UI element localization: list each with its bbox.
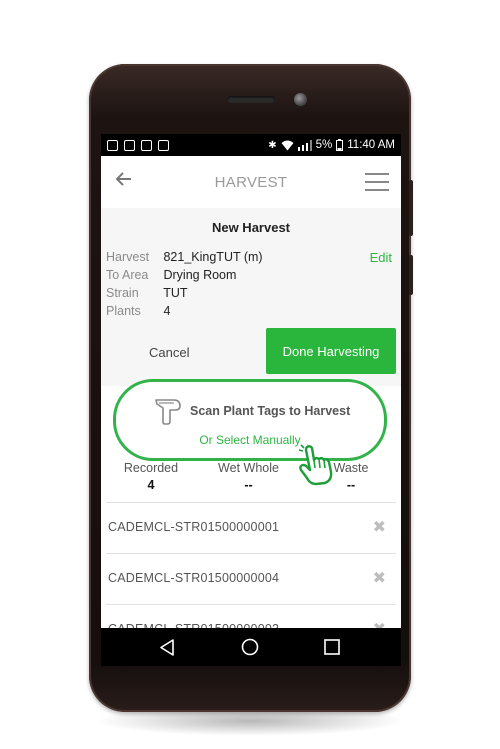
cancel-button[interactable]: Cancel bbox=[149, 345, 189, 360]
nav-back-icon[interactable] bbox=[159, 639, 175, 656]
field-label: Harvest bbox=[106, 250, 150, 264]
scan-tags-box[interactable]: Scan Plant Tags to Harvest Or Select Man… bbox=[113, 379, 387, 461]
nav-home-icon[interactable] bbox=[241, 638, 259, 656]
tag-id: CADEMCL-STR01500000004 bbox=[108, 571, 280, 585]
field-label: To Area bbox=[106, 268, 149, 282]
harvest-field: Harvest 821_KingTUT (m) bbox=[106, 250, 263, 264]
tag-row[interactable]: CADEMCL-STR01500000004 ✖ bbox=[106, 554, 396, 604]
phone-screen: ✱ 5% 11:40 AM HARVEST New Harvest Edit H… bbox=[101, 134, 401, 666]
tag-row[interactable]: CADEMCL-STR01500000001 ✖ bbox=[106, 503, 396, 553]
to-area-field: To Area Drying Room bbox=[106, 268, 236, 282]
wifi-icon bbox=[281, 140, 294, 150]
bluetooth-icon: ✱ bbox=[268, 139, 277, 151]
recorded-stat: Recorded 4 bbox=[116, 461, 186, 492]
battery-icon bbox=[336, 139, 344, 151]
signal-icon bbox=[297, 139, 312, 151]
field-label: Strain bbox=[106, 286, 139, 300]
select-manually-link[interactable]: Or Select Manually bbox=[116, 433, 384, 447]
menu-icon[interactable] bbox=[365, 173, 389, 197]
strain-field: Strain TUT bbox=[106, 286, 188, 300]
field-value: Drying Room bbox=[163, 268, 237, 282]
app-icon bbox=[158, 139, 169, 151]
hand-pointer-icon bbox=[298, 444, 333, 486]
status-bar: ✱ 5% 11:40 AM bbox=[101, 134, 401, 156]
stat-label: Wet Whole bbox=[218, 461, 279, 475]
harvest-details-panel: New Harvest Edit Harvest 821_KingTUT (m)… bbox=[101, 208, 401, 386]
nav-recents-icon[interactable] bbox=[324, 639, 340, 655]
remove-icon[interactable]: ✖ bbox=[373, 517, 386, 537]
stat-value: -- bbox=[244, 478, 253, 492]
remove-icon[interactable]: ✖ bbox=[373, 568, 386, 588]
image-icon bbox=[124, 139, 135, 151]
stat-label: Recorded bbox=[123, 461, 179, 475]
plants-field: Plants 4 bbox=[106, 304, 170, 318]
scan-label: Scan Plant Tags to Harvest bbox=[190, 404, 351, 418]
app-bar: HARVEST bbox=[101, 156, 401, 208]
power-button bbox=[409, 255, 413, 295]
field-value: 4 bbox=[163, 304, 171, 318]
battery-percent: 5% bbox=[315, 139, 333, 151]
wet-whole-stat: Wet Whole -- bbox=[211, 461, 286, 492]
done-harvesting-button[interactable]: Done Harvesting bbox=[266, 328, 396, 374]
earpiece bbox=[227, 96, 275, 103]
front-camera bbox=[294, 93, 307, 106]
page-title: HARVEST bbox=[214, 174, 288, 191]
field-value: 821_KingTUT (m) bbox=[163, 250, 263, 264]
harvest-heading: New Harvest bbox=[211, 220, 291, 235]
tag-id: CADEMCL-STR01500000001 bbox=[108, 520, 280, 534]
stat-value: 4 bbox=[147, 478, 155, 492]
status-time: 11:40 AM bbox=[347, 139, 395, 151]
instagram-icon bbox=[141, 139, 152, 151]
field-label: Plants bbox=[106, 304, 141, 318]
barcode-scanner-icon bbox=[155, 399, 181, 425]
instagram-icon bbox=[107, 139, 118, 151]
volume-button bbox=[409, 180, 413, 236]
status-right: ✱ 5% 11:40 AM bbox=[268, 134, 395, 156]
field-value: TUT bbox=[163, 286, 188, 300]
android-nav-bar bbox=[101, 628, 401, 666]
edit-link[interactable]: Edit bbox=[370, 250, 392, 265]
